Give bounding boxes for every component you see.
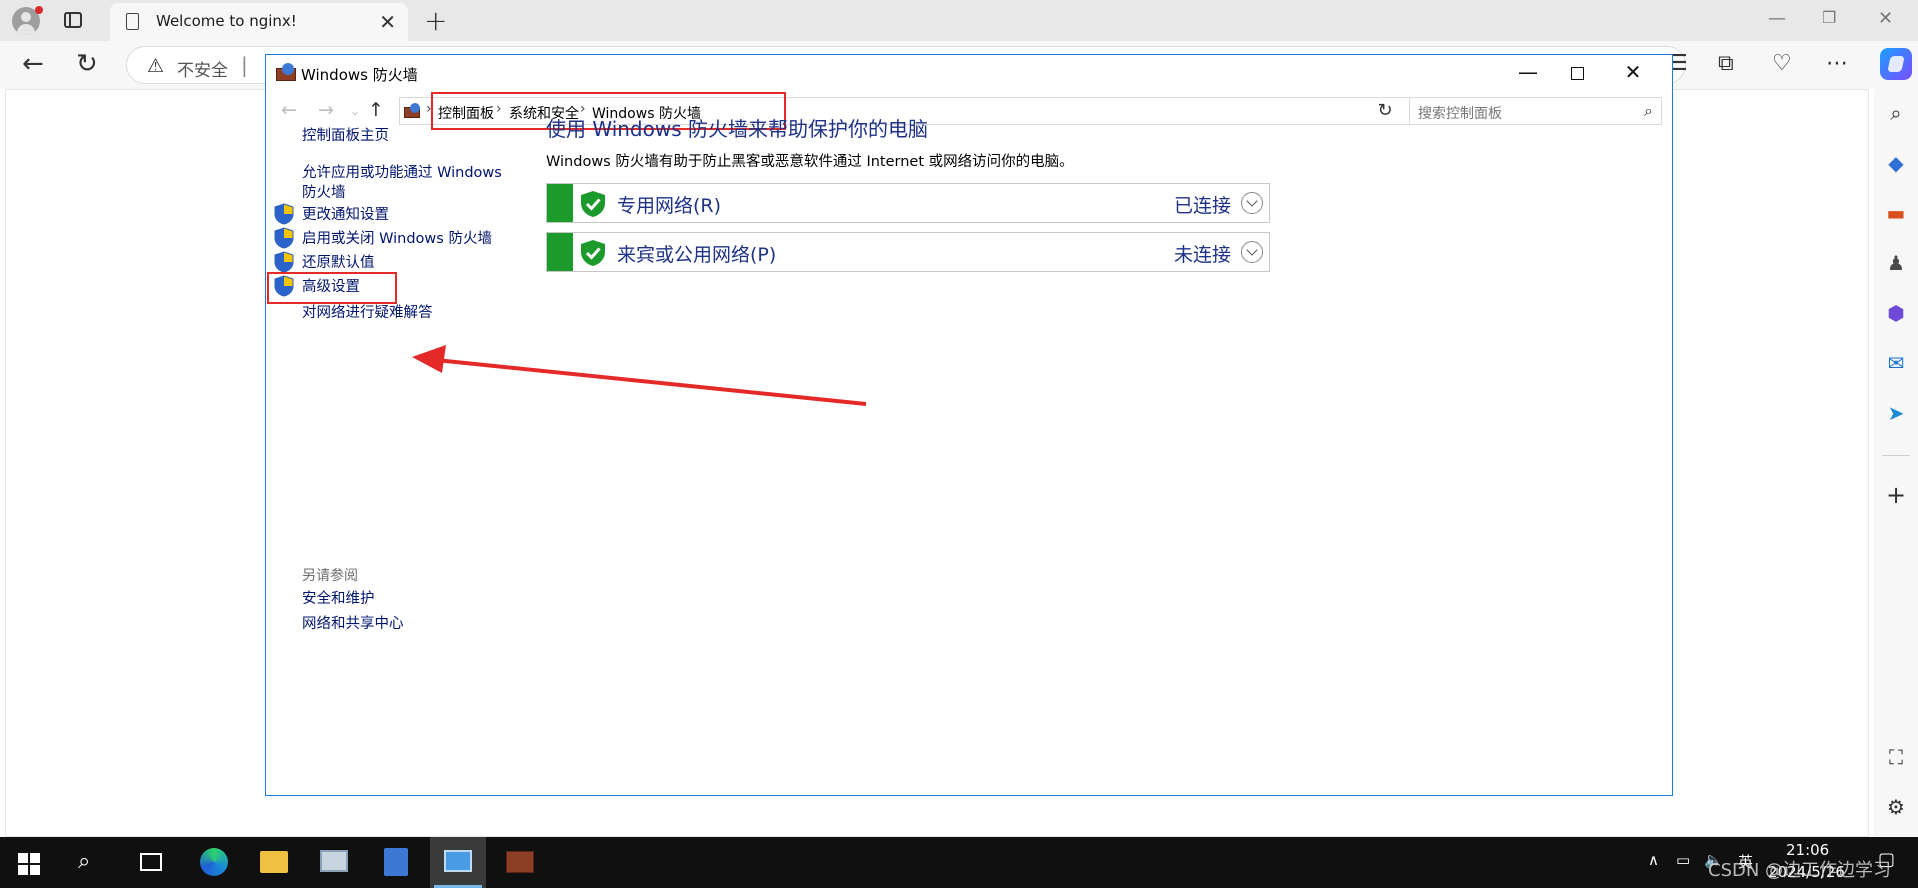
tab-close-icon[interactable]: ✕ <box>379 10 396 34</box>
private-network-name: 专用网络(R) <box>617 195 722 217</box>
nav-security-maintenance[interactable]: 安全和维护 <box>302 589 375 609</box>
public-network-status: 未连接 <box>1173 244 1231 266</box>
tools-icon[interactable]: ▬ <box>1884 201 1908 225</box>
public-network-panel[interactable]: 来宾或公用网络(P) 未连接 <box>546 232 1270 272</box>
new-tab-icon[interactable]: + <box>424 4 447 37</box>
warning-icon: ⚠ <box>147 55 165 77</box>
taskbar-control-panel[interactable] <box>430 837 486 888</box>
page-description: Windows 防火墙有助于防止黑客或恶意软件通过 Internet 或网络访问… <box>546 154 1074 170</box>
tray-expand-icon[interactable]: ∧ <box>1648 851 1659 869</box>
start-button-icon[interactable] <box>18 853 40 875</box>
search-icon[interactable]: ⌕ <box>1644 101 1653 121</box>
green-shield-check-icon <box>581 191 605 217</box>
more-options-icon[interactable]: ⋯ <box>1826 51 1848 76</box>
nav-control-panel-home[interactable]: 控制面板主页 <box>302 126 389 146</box>
taskbar-edge[interactable] <box>186 837 242 888</box>
browser-close-icon[interactable]: ✕ <box>1878 8 1893 29</box>
firewall-navbar: ← → ⌄ ↑ › 控制面板 › 系统和安全 › Windows 防火墙 ⌄ ↻… <box>266 91 1672 131</box>
outlook-icon[interactable]: ✉ <box>1884 351 1908 375</box>
window-title: Windows 防火墙 <box>301 66 418 84</box>
folder-icon <box>260 851 288 873</box>
taskbar-file-server[interactable] <box>368 837 424 888</box>
see-also-label: 另请参阅 <box>302 568 358 584</box>
network-status-bar <box>547 233 573 271</box>
firewall-app-icon <box>276 63 296 81</box>
up-arrow-icon[interactable]: ↑ <box>368 99 384 121</box>
maximize-icon[interactable] <box>1571 67 1584 80</box>
network-status-bar <box>547 184 573 222</box>
server-manager-icon <box>320 850 348 872</box>
control-panel-icon <box>404 103 422 119</box>
uac-shield-icon <box>274 251 294 273</box>
search-icon[interactable]: ⌕ <box>1884 101 1908 125</box>
back-arrow-icon[interactable]: ← <box>281 99 297 121</box>
file-server-icon <box>384 848 408 876</box>
settings-gear-icon[interactable]: ⚙ <box>1884 795 1908 819</box>
nav-troubleshoot[interactable]: 对网络进行疑难解答 <box>302 303 433 323</box>
m365-icon[interactable]: ⬢ <box>1884 301 1908 325</box>
task-view-icon[interactable] <box>140 853 162 871</box>
forward-arrow-icon[interactable]: → <box>318 99 334 121</box>
minimize-icon[interactable]: — <box>1513 60 1543 84</box>
advanced-settings-highlight-box <box>267 272 397 304</box>
screenshot-icon[interactable]: ⛶ <box>1884 745 1908 769</box>
taskbar: ⌕ ∧ ▭ 🔈 英 21:06 2024/5/26 ▢ <box>0 837 1918 888</box>
firewall-window: Windows 防火墙 — ✕ ← → ⌄ ↑ › 控制面板 › 系统和安全 ›… <box>265 54 1673 796</box>
control-panel-icon <box>444 850 472 872</box>
sidebar-separator <box>1882 455 1910 456</box>
page-heading: 使用 Windows 防火墙来帮助保护你的电脑 <box>546 117 928 141</box>
firewall-titlebar: Windows 防火墙 — ✕ <box>266 55 1672 91</box>
private-network-panel[interactable]: 专用网络(R) 已连接 <box>546 183 1270 223</box>
collections-icon[interactable]: ⧉ <box>1718 51 1734 76</box>
expand-chevron-icon[interactable] <box>1241 192 1263 214</box>
search-input[interactable]: 搜索控制面板 ⌕ <box>1409 97 1662 125</box>
nav-allow-app[interactable]: 允许应用或功能通过 Windows 防火墙 <box>302 163 512 203</box>
insecure-label[interactable]: 不安全 <box>177 56 228 81</box>
send-icon[interactable]: ➤ <box>1884 401 1908 425</box>
expand-chevron-icon[interactable] <box>1241 241 1263 263</box>
games-icon[interactable]: ♟ <box>1884 251 1908 275</box>
taskbar-explorer[interactable] <box>246 837 302 888</box>
private-network-status: 已连接 <box>1173 195 1231 217</box>
back-icon[interactable]: ← <box>22 49 44 79</box>
refresh-icon[interactable]: ↻ <box>76 49 98 79</box>
search-placeholder: 搜索控制面板 <box>1418 106 1502 122</box>
firewall-icon <box>506 851 534 873</box>
address-separator: | <box>241 53 248 77</box>
edge-icon <box>200 848 228 876</box>
browser-tab-strip: Welcome to nginx! ✕ + — ❐ ✕ <box>0 0 1918 41</box>
browser-minimize-icon[interactable]: — <box>1768 8 1786 29</box>
nav-network-center[interactable]: 网络和共享中心 <box>302 614 404 634</box>
uac-shield-icon <box>274 227 294 249</box>
recent-dropdown-icon[interactable]: ⌄ <box>350 104 360 118</box>
watermark-text: CSDN @边工作边学习 <box>1708 860 1892 881</box>
copilot-icon[interactable] <box>1880 48 1912 80</box>
nav-restore-defaults[interactable]: 还原默认值 <box>302 253 375 273</box>
browser-tab[interactable]: Welcome to nginx! ✕ <box>110 3 408 41</box>
add-sidebar-icon[interactable]: + <box>1884 483 1908 507</box>
page-icon <box>126 13 139 30</box>
shopping-tag-icon[interactable]: ◆ <box>1884 151 1908 175</box>
taskbar-search-icon[interactable]: ⌕ <box>78 849 90 874</box>
taskbar-firewall[interactable] <box>492 837 548 888</box>
tab-title: Welcome to nginx! <box>156 12 297 30</box>
tab-actions-icon[interactable] <box>64 12 82 28</box>
browser-sidebar: ⌕ ◆ ▬ ♟ ⬢ ✉ ➤ + ⛶ ⚙ <box>1874 89 1918 837</box>
public-network-name: 来宾或公用网络(P) <box>617 244 777 266</box>
uac-shield-icon <box>274 203 294 225</box>
browser-essentials-icon[interactable]: ♡ <box>1772 51 1792 76</box>
nav-toggle-firewall[interactable]: 启用或关闭 Windows 防火墙 <box>302 229 492 249</box>
taskbar-server-manager[interactable] <box>306 837 362 888</box>
notification-dot <box>35 6 43 14</box>
network-icon[interactable]: ▭ <box>1676 851 1690 869</box>
nav-notifications[interactable]: 更改通知设置 <box>302 205 389 225</box>
close-icon[interactable]: ✕ <box>1618 60 1648 84</box>
refresh-icon[interactable]: ↻ <box>1374 97 1396 125</box>
green-shield-check-icon <box>581 240 605 266</box>
browser-restore-icon[interactable]: ❐ <box>1822 8 1836 27</box>
